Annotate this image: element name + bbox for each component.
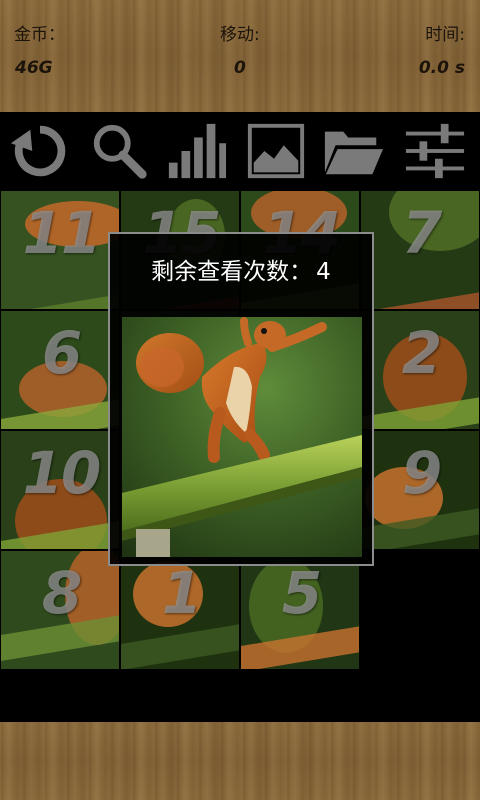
bottom-panel xyxy=(0,722,480,800)
tile-number: 1 xyxy=(161,559,202,627)
tile-number: 11 xyxy=(22,199,102,267)
board-footer xyxy=(0,670,480,722)
puzzle-tile[interactable]: 2 xyxy=(360,310,480,430)
time-label: 时间: xyxy=(425,25,465,45)
tile-number: 7 xyxy=(401,199,442,267)
puzzle-tile[interactable]: 6 xyxy=(0,310,120,430)
coins-value: 46G xyxy=(15,58,53,78)
puzzle-tile[interactable]: 8 xyxy=(0,550,120,670)
dialog-title: 剩余查看次数： 4 xyxy=(110,252,372,286)
tile-number: 8 xyxy=(41,559,82,627)
squirrel-photo xyxy=(122,317,362,557)
tile-number: 10 xyxy=(22,439,102,507)
tile-number: 5 xyxy=(281,559,322,627)
settings-sliders-icon xyxy=(405,123,465,179)
dialog-title-text: 剩余查看次数： xyxy=(151,259,313,285)
moves-label: 移动: xyxy=(220,25,260,45)
settings-button[interactable] xyxy=(400,116,470,186)
puzzle-tile[interactable]: 1 xyxy=(120,550,240,670)
tile-number: 9 xyxy=(401,439,442,507)
search-icon xyxy=(93,124,147,179)
open-folder-button[interactable] xyxy=(318,116,388,186)
remaining-count: 4 xyxy=(316,259,331,285)
view-image-button[interactable] xyxy=(241,116,311,186)
puzzle-tile[interactable]: 5 xyxy=(240,550,360,670)
tile-number: 6 xyxy=(41,319,82,387)
puzzle-tile[interactable]: 7 xyxy=(360,190,480,310)
toolbar xyxy=(0,112,480,190)
coins-label: 金币： xyxy=(14,25,65,45)
empty-slot xyxy=(360,550,480,670)
stats-button[interactable] xyxy=(161,116,231,186)
moves-value: 0 xyxy=(234,58,246,78)
puzzle-tile[interactable]: 9 xyxy=(360,430,480,550)
time-value: 0.0 s xyxy=(418,58,465,78)
tile-number: 2 xyxy=(401,319,442,387)
hint-button[interactable] xyxy=(84,116,154,186)
preview-dialog[interactable]: 剩余查看次数： 4 xyxy=(108,232,374,566)
preview-image xyxy=(122,317,362,557)
restart-icon xyxy=(10,125,66,177)
puzzle-tile[interactable]: 11 xyxy=(0,190,120,310)
stats-panel: 金币： 移动: 时间: 46G 0 0.0 s xyxy=(0,0,480,112)
folder-icon xyxy=(324,131,384,175)
image-icon xyxy=(247,123,305,179)
restart-button[interactable] xyxy=(5,116,75,186)
puzzle-tile[interactable]: 10 xyxy=(0,430,120,550)
bar-chart-icon xyxy=(168,123,227,179)
